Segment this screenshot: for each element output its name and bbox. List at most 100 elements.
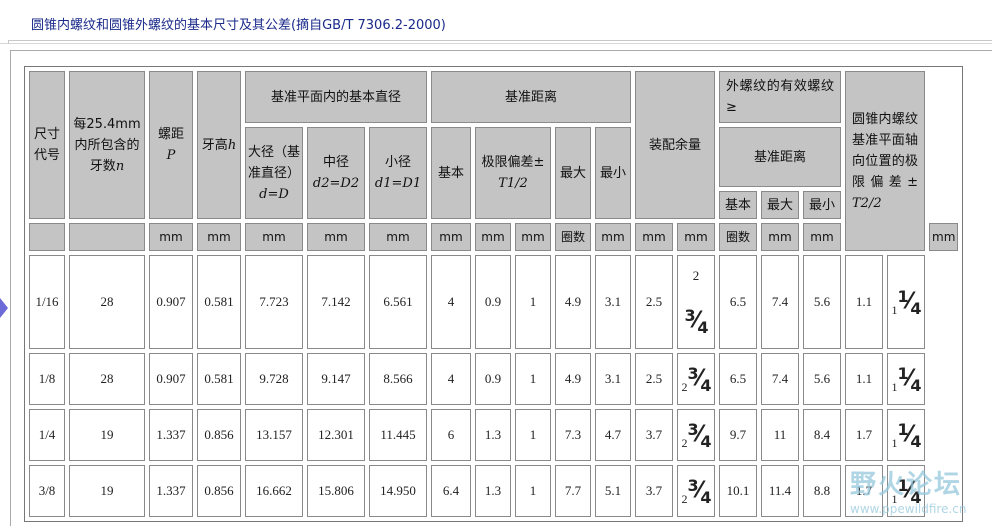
cell-ext-min: 8.8 xyxy=(803,465,841,517)
cell-int-turns: 11⁄4 xyxy=(887,409,925,461)
thread-spec-table: 尺寸代号 每25.4mm内所包含的牙数n 螺距 P 牙高h 基准平面内的基本直径 … xyxy=(24,66,964,522)
cell-minor: 8.566 xyxy=(369,353,427,405)
header-teeth: 每25.4mm内所包含的牙数n xyxy=(69,71,145,219)
unit-cell: 圈数 xyxy=(719,223,757,251)
table-row: 3/8 19 1.337 0.856 16.662 15.806 14.950 … xyxy=(29,465,958,517)
cell-ext-basic: 6.5 xyxy=(719,353,757,405)
cell-int-mm: 1.1 xyxy=(845,255,883,349)
header-minor: 小径 d1=D1 xyxy=(369,127,427,219)
cell-basic: 6.4 xyxy=(431,465,471,517)
unit-cell: mm xyxy=(197,223,241,251)
cell-min: 5.1 xyxy=(595,465,631,517)
unit-cell: mm xyxy=(677,223,715,251)
unit-cell: 圈数 xyxy=(555,223,591,251)
unit-cell: mm xyxy=(761,223,799,251)
cell-major: 16.662 xyxy=(245,465,303,517)
header-assembly: 装配余量 xyxy=(635,71,715,219)
header-min: 最小 xyxy=(595,127,631,219)
cell-size: 1/8 xyxy=(29,353,65,405)
cell-dev-turns: 1 xyxy=(515,465,551,517)
cell-allow-turns: 23⁄4 xyxy=(677,409,715,461)
unit-cell: mm xyxy=(149,223,193,251)
table-row: 1/4 19 1.337 0.856 13.157 12.301 11.445 … xyxy=(29,409,958,461)
unit-cell: mm xyxy=(369,223,427,251)
cell-pitch: 1.337 xyxy=(149,465,193,517)
header-internal-axial: 圆锥内螺纹基准平面轴向位置的极限偏差± T2/2 xyxy=(845,71,925,251)
header-pitch: 螺距 P xyxy=(149,71,193,219)
left-arrow-icon xyxy=(0,298,8,318)
cell-major: 9.728 xyxy=(245,353,303,405)
cell-pitch-diameter: 7.142 xyxy=(307,255,365,349)
cell-height: 0.856 xyxy=(197,465,241,517)
cell-basic: 4 xyxy=(431,255,471,349)
title-separator xyxy=(8,40,992,44)
unit-cell: mm xyxy=(803,223,841,251)
cell-int-mm: 1.1 xyxy=(845,353,883,405)
cell-minor: 6.561 xyxy=(369,255,427,349)
header-ext-max: 最大 xyxy=(761,191,799,219)
cell-allow-turns: 23⁄4 xyxy=(677,465,715,517)
cell-height: 0.581 xyxy=(197,255,241,349)
unit-cell: mm xyxy=(307,223,365,251)
cell-allow-mm: 3.7 xyxy=(635,409,673,461)
header-pitch-diameter: 中径 d2=D2 xyxy=(307,127,365,219)
cell-allow-mm: 3.7 xyxy=(635,465,673,517)
cell-int-turns: 11⁄4 xyxy=(887,465,925,517)
cell-basic: 4 xyxy=(431,353,471,405)
header-basic: 基本 xyxy=(431,127,471,219)
cell-max: 4.9 xyxy=(555,353,591,405)
cell-teeth: 28 xyxy=(69,353,145,405)
cell-size: 1/4 xyxy=(29,409,65,461)
cell-pitch-diameter: 12.301 xyxy=(307,409,365,461)
cell-min: 3.1 xyxy=(595,353,631,405)
cell-pitch: 0.907 xyxy=(149,353,193,405)
cell-minor: 14.950 xyxy=(369,465,427,517)
unit-cell: mm xyxy=(635,223,673,251)
header-ext-ref-distance: 基准距离 xyxy=(719,127,841,187)
header-basic-diameter: 基准平面内的基本直径 xyxy=(245,71,427,123)
cell-ext-max: 11.4 xyxy=(761,465,799,517)
cell-major: 13.157 xyxy=(245,409,303,461)
cell-ext-basic: 9.7 xyxy=(719,409,757,461)
cell-min: 3.1 xyxy=(595,255,631,349)
units-row: mm mm mm mm mm mm mm mm 圈数 mm mm mm 圈数 m… xyxy=(29,223,959,251)
unit-cell: mm xyxy=(515,223,551,251)
cell-pitch: 0.907 xyxy=(149,255,193,349)
cell-dev-turns: 1 xyxy=(515,409,551,461)
header-major: 大径（基准直径） d=D xyxy=(245,127,303,219)
title-bar: 圆锥内螺纹和圆锥外螺纹的基本尺寸及其公差(摘自GB/T 7306.2-2000) xyxy=(0,0,992,44)
cell-dev-turns: 1 xyxy=(515,255,551,349)
cell-ext-basic: 6.5 xyxy=(719,255,757,349)
cell-max: 7.7 xyxy=(555,465,591,517)
cell-allow-mm: 2.5 xyxy=(635,255,673,349)
header-height: 牙高h xyxy=(197,71,241,219)
unit-cell: mm xyxy=(929,223,959,251)
cell-ext-min: 5.6 xyxy=(803,353,841,405)
cell-dev-mm: 0.9 xyxy=(475,353,511,405)
cell-major: 7.723 xyxy=(245,255,303,349)
cell-ext-max: 7.4 xyxy=(761,353,799,405)
cell-ext-min: 5.6 xyxy=(803,255,841,349)
unit-cell: mm xyxy=(475,223,511,251)
cell-size: 3/8 xyxy=(29,465,65,517)
header-ext-basic: 基本 xyxy=(719,191,757,219)
cell-pitch: 1.337 xyxy=(149,409,193,461)
cell-ext-max: 11 xyxy=(761,409,799,461)
unit-cell: mm xyxy=(431,223,471,251)
cell-dev-turns: 1 xyxy=(515,353,551,405)
cell-teeth: 19 xyxy=(69,465,145,517)
cell-allow-turns: 23⁄4 xyxy=(677,353,715,405)
cell-min: 4.7 xyxy=(595,409,631,461)
cell-height: 0.856 xyxy=(197,409,241,461)
table-row: 1/8 28 0.907 0.581 9.728 9.147 8.566 4 0… xyxy=(29,353,958,405)
cell-pitch-diameter: 15.806 xyxy=(307,465,365,517)
cell-dev-mm: 1.3 xyxy=(475,465,511,517)
table-row: 1/16 28 0.907 0.581 7.723 7.142 6.561 4 … xyxy=(29,255,958,349)
header-ext-min: 最小 xyxy=(803,191,841,219)
cell-dev-mm: 0.9 xyxy=(475,255,511,349)
unit-cell: mm xyxy=(245,223,303,251)
cell-teeth: 19 xyxy=(69,409,145,461)
header-external-effective: 外螺纹的有效螺纹≥ xyxy=(719,71,841,123)
page-title: 圆锥内螺纹和圆锥外螺纹的基本尺寸及其公差(摘自GB/T 7306.2-2000) xyxy=(31,18,446,33)
cell-dev-mm: 1.3 xyxy=(475,409,511,461)
